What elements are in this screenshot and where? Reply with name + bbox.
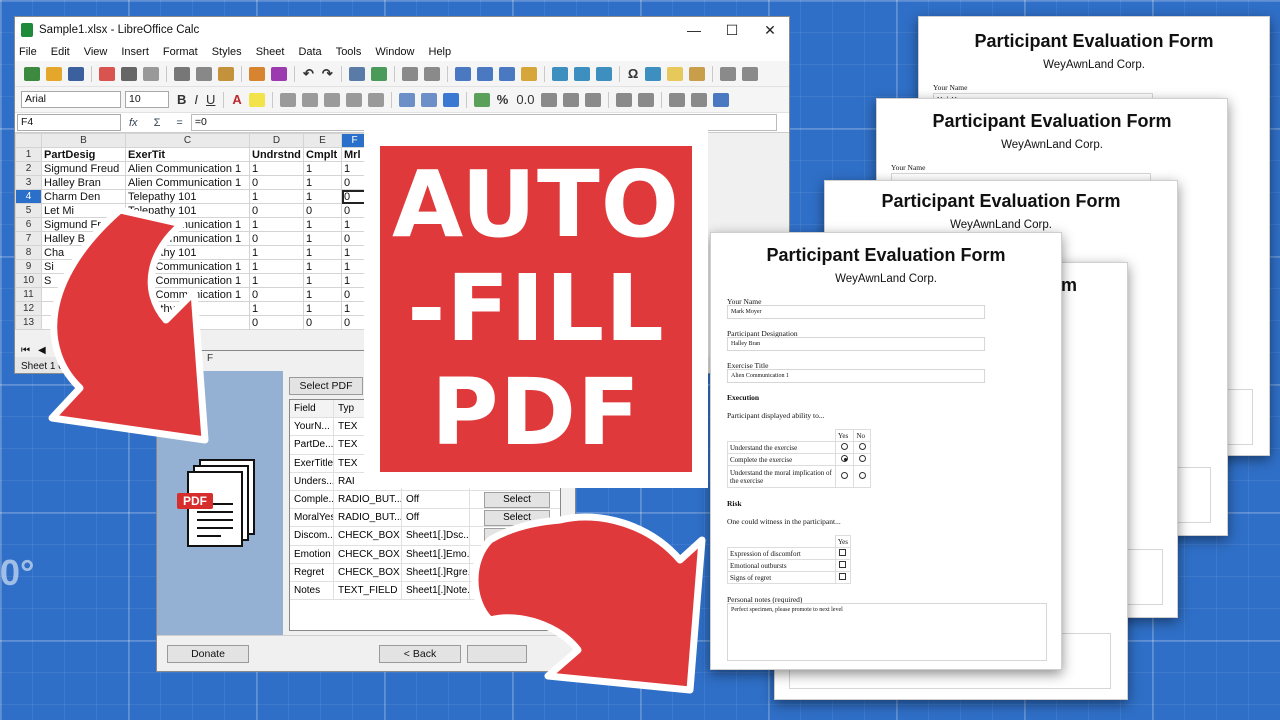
left-curved-arrow bbox=[48, 206, 209, 444]
right-curved-arrow bbox=[471, 513, 706, 694]
arrows-overlay bbox=[48, 206, 706, 694]
